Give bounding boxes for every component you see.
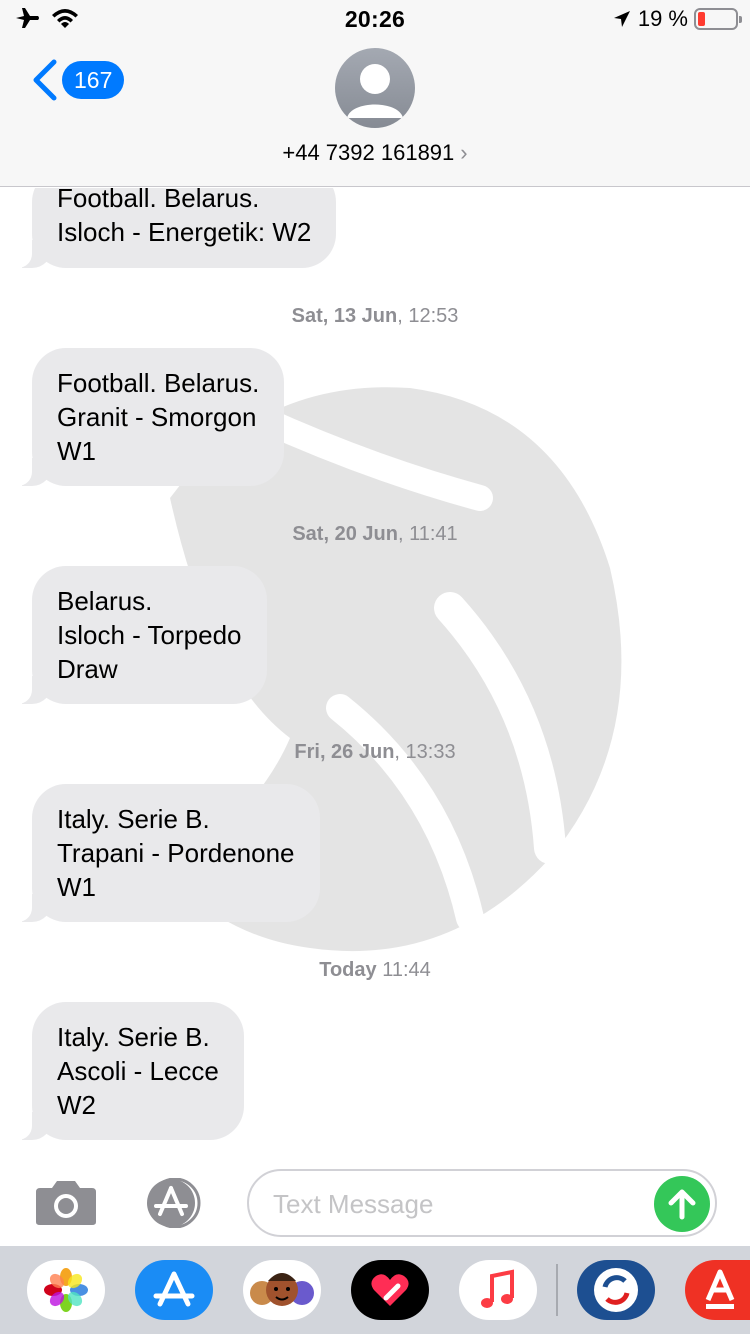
person-icon bbox=[347, 64, 403, 118]
message-bubble[interactable]: Belarus. Isloch - Torpedo Draw bbox=[16, 566, 267, 704]
message-list[interactable]: Football. Belarus. Isloch - Energetik: W… bbox=[0, 188, 750, 1158]
message-timestamp: Fri, 26 Jun, 13:33 bbox=[294, 741, 456, 763]
message-line: W1 bbox=[57, 872, 96, 902]
music-app-icon[interactable] bbox=[459, 1260, 537, 1320]
status-bar: 20:26 19 % bbox=[0, 0, 750, 40]
app-drawer-divider bbox=[556, 1264, 558, 1316]
message-line: Trapani - Pordenone bbox=[57, 838, 295, 868]
message-line: Italy. Serie B. bbox=[57, 1022, 210, 1052]
message-line: W1 bbox=[57, 436, 96, 466]
back-button[interactable]: 167 bbox=[30, 58, 125, 102]
message-line: Belarus. bbox=[57, 586, 153, 616]
chevron-right-icon: › bbox=[460, 140, 468, 165]
music-note-icon bbox=[481, 1269, 514, 1308]
message-bubble[interactable]: Football. Belarus. Isloch - Energetik: W… bbox=[15, 188, 337, 268]
battery-level bbox=[698, 12, 705, 26]
message-line: Isloch - Torpedo bbox=[57, 620, 242, 650]
message-line: Granit - Smorgon bbox=[57, 402, 257, 432]
digital-touch-app-icon[interactable] bbox=[351, 1260, 429, 1320]
message-line: Draw bbox=[57, 654, 118, 684]
imessage-app-drawer bbox=[0, 1246, 750, 1334]
message-text-field[interactable] bbox=[247, 1169, 717, 1237]
sync-app-icon[interactable] bbox=[577, 1260, 655, 1320]
message-line: Football. Belarus. bbox=[57, 368, 260, 398]
app-store-app-icon[interactable] bbox=[135, 1260, 213, 1320]
memoji-app-icon[interactable] bbox=[243, 1260, 321, 1320]
memoji-faces-icon bbox=[250, 1273, 314, 1306]
heart-icon bbox=[371, 1274, 409, 1306]
message-bubble[interactable]: Italy. Serie B. Trapani - Pordenone W1 bbox=[16, 784, 320, 922]
unread-count-badge: 167 bbox=[62, 61, 125, 99]
camera-icon[interactable] bbox=[34, 1178, 98, 1226]
battery-percent: 19 % bbox=[637, 6, 688, 31]
message-timestamp: Sat, 13 Jun, 12:53 bbox=[291, 305, 459, 327]
alfa-bank-app-icon[interactable] bbox=[685, 1260, 750, 1320]
send-button[interactable] bbox=[654, 1176, 710, 1232]
message-line: Isloch - Energetik: W2 bbox=[57, 217, 312, 247]
message-timestamp: Today 11:44 bbox=[319, 959, 431, 981]
alfa-letter-icon bbox=[705, 1269, 735, 1309]
contact-name: +44 7392 161891 bbox=[282, 140, 455, 165]
app-store-icon[interactable] bbox=[140, 1178, 212, 1228]
location-arrow-icon bbox=[613, 11, 630, 27]
chevron-left-icon bbox=[33, 59, 57, 101]
battery-icon bbox=[694, 8, 742, 30]
message-line: Italy. Serie B. bbox=[57, 804, 210, 834]
message-line: W2 bbox=[57, 1090, 96, 1120]
photos-app-icon[interactable] bbox=[27, 1260, 105, 1320]
message-line: Football. Belarus. bbox=[57, 188, 260, 213]
contact-avatar[interactable] bbox=[335, 48, 415, 128]
message-bubble[interactable]: Football. Belarus. Granit - Smorgon W1 bbox=[15, 348, 285, 486]
message-input[interactable] bbox=[273, 1185, 643, 1223]
sync-arrows-icon bbox=[594, 1268, 638, 1312]
message-timestamp: Sat, 20 Jun, 11:41 bbox=[292, 523, 458, 545]
arrow-up-icon bbox=[668, 1189, 696, 1220]
contact-name-button[interactable]: +44 7392 161891 › bbox=[0, 140, 750, 166]
photos-flower-icon bbox=[44, 1268, 88, 1312]
message-bubble[interactable]: Italy. Serie B. Ascoli - Lecce W2 bbox=[16, 1002, 244, 1140]
app-store-glyph-icon bbox=[153, 1271, 195, 1307]
compose-bar bbox=[0, 1158, 750, 1246]
message-line: Ascoli - Lecce bbox=[57, 1056, 219, 1086]
